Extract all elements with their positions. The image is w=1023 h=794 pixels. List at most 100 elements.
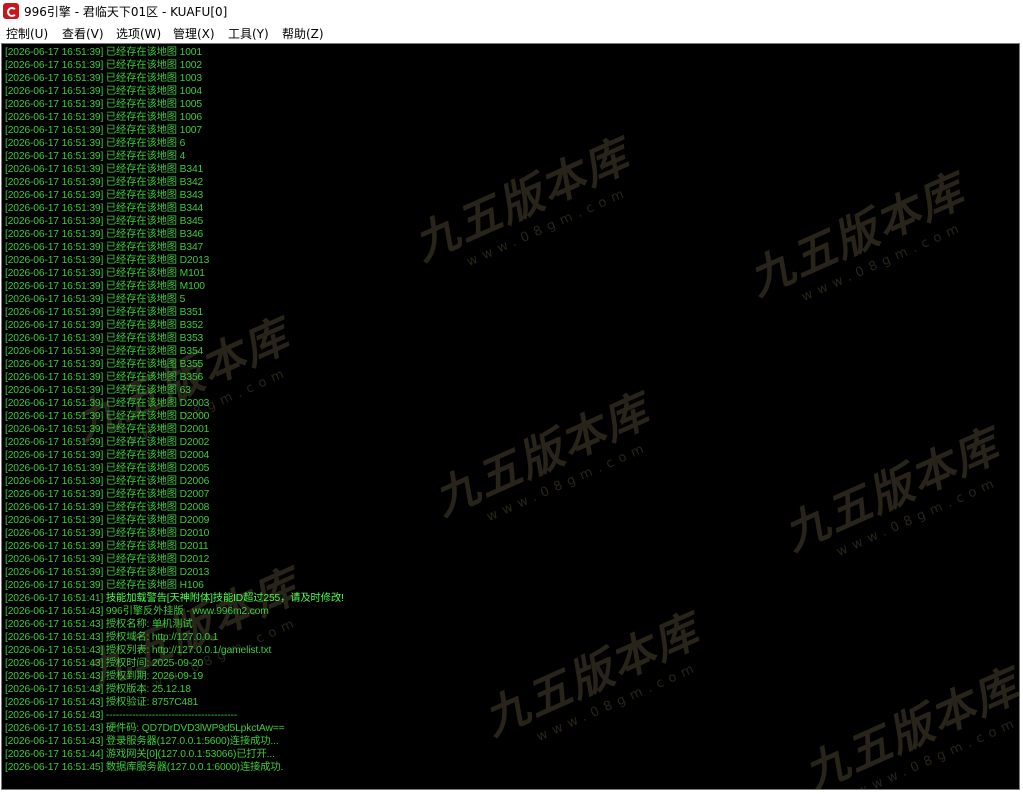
watermark-url: www.08gm.com — [534, 659, 702, 745]
app-logo-icon[interactable] — [3, 3, 19, 19]
log-line: [2026-06-17 16:51:39] 已经存在该地图 D2004 — [5, 449, 209, 462]
menu-control[interactable]: 控制(U) — [6, 25, 48, 42]
watermark-text: 九五版本库 — [406, 130, 638, 271]
log-line: [2026-06-17 16:51:43] 授权域名: http://127.0… — [5, 631, 218, 644]
log-timestamp: [2026-06-17 16:51:39] — [5, 346, 104, 357]
log-message: 已经存在该地图 6 — [105, 138, 186, 149]
log-timestamp: [2026-06-17 16:51:39] — [5, 398, 104, 409]
log-timestamp: [2026-06-17 16:51:39] — [5, 242, 104, 253]
log-message: 已经存在该地图 B354 — [105, 346, 204, 357]
log-timestamp: [2026-06-17 16:51:39] — [5, 216, 104, 227]
log-timestamp: [2026-06-17 16:51:43] — [5, 632, 104, 643]
log-message: 数据库服务器(127.0.0.1:6000)连接成功. — [105, 762, 284, 773]
log-line: [2026-06-17 16:51:39] 已经存在该地图 D2013 — [5, 566, 209, 579]
log-timestamp: [2026-06-17 16:51:39] — [5, 450, 104, 461]
log-message: ---------------------------------------- — [105, 710, 238, 721]
log-timestamp: [2026-06-17 16:51:43] — [5, 671, 104, 682]
log-line: [2026-06-17 16:51:39] 已经存在该地图 1006 — [5, 111, 202, 124]
log-console[interactable]: 九五版本库 www.08gm.com 九五版本库 www.08gm.com 九五… — [1, 43, 1020, 790]
log-line: [2026-06-17 16:51:39] 已经存在该地图 B352 — [5, 319, 203, 332]
log-message: 已经存在该地图 1005 — [105, 99, 202, 110]
log-line: [2026-06-17 16:51:39] 已经存在该地图 D2009 — [5, 514, 209, 527]
log-line: [2026-06-17 16:51:43] ------------------… — [5, 709, 237, 722]
log-line: [2026-06-17 16:51:39] 已经存在该地图 B356 — [5, 371, 203, 384]
watermark: 九五版本库 www.08gm.com — [772, 410, 1014, 576]
log-message: 已经存在该地图 D2008 — [105, 502, 210, 513]
log-timestamp: [2026-06-17 16:51:39] — [5, 99, 104, 110]
log-line: [2026-06-17 16:51:39] 已经存在该地图 B355 — [5, 358, 203, 371]
log-line: [2026-06-17 16:51:39] 已经存在该地图 D2003 — [5, 397, 209, 410]
log-line: [2026-06-17 16:51:39] 已经存在该地图 1005 — [5, 98, 202, 111]
log-timestamp: [2026-06-17 16:51:39] — [5, 528, 104, 539]
log-message: 已经存在该地图 B352 — [105, 320, 204, 331]
watermark-url: www.08gm.com — [484, 439, 652, 525]
log-line: [2026-06-17 16:51:39] 已经存在该地图 D2008 — [5, 501, 209, 514]
log-line: [2026-06-17 16:51:39] 已经存在该地图 H106 — [5, 579, 204, 592]
log-line: [2026-06-17 16:51:39] 已经存在该地图 B345 — [5, 215, 203, 228]
watermark: 九五版本库 www.08gm.com — [472, 595, 714, 761]
menu-manage[interactable]: 管理(X) — [173, 25, 215, 42]
log-message: 授权名称: 单机测试 — [105, 619, 193, 630]
log-timestamp: [2026-06-17 16:51:39] — [5, 307, 104, 318]
log-message: 已经存在该地图 D2004 — [105, 450, 210, 461]
log-timestamp: [2026-06-17 16:51:39] — [5, 190, 104, 201]
menu-help[interactable]: 帮助(Z) — [282, 25, 324, 42]
log-timestamp: [2026-06-17 16:51:43] — [5, 723, 104, 734]
log-timestamp: [2026-06-17 16:51:43] — [5, 606, 104, 617]
log-line: [2026-06-17 16:51:39] 已经存在该地图 D2000 — [5, 410, 209, 423]
menu-options[interactable]: 选项(W) — [116, 25, 161, 42]
log-timestamp: [2026-06-17 16:51:39] — [5, 86, 104, 97]
log-message: 硬件码: QD7DrDVD3lWP9d5LpkctAw== — [105, 723, 285, 734]
log-line: [2026-06-17 16:51:43] 授权验证: 8757C481 — [5, 696, 198, 709]
title-bar: 996引擎 - 君临天下01区 - KUAFU[0] — [0, 0, 1023, 22]
watermark-url: www.08gm.com — [799, 219, 967, 305]
log-line: [2026-06-17 16:51:39] 已经存在该地图 B341 — [5, 163, 203, 176]
log-line: [2026-06-17 16:51:39] 已经存在该地图 4 — [5, 150, 185, 163]
log-message: 已经存在该地图 B356 — [105, 372, 204, 383]
log-message: 已经存在该地图 B355 — [105, 359, 204, 370]
log-line: [2026-06-17 16:51:39] 已经存在该地图 B346 — [5, 228, 203, 241]
log-message: 已经存在该地图 1007 — [105, 125, 202, 136]
log-timestamp: [2026-06-17 16:51:39] — [5, 294, 104, 305]
log-timestamp: [2026-06-17 16:51:39] — [5, 281, 104, 292]
log-timestamp: [2026-06-17 16:51:39] — [5, 463, 104, 474]
log-timestamp: [2026-06-17 16:51:39] — [5, 437, 104, 448]
menu-tools[interactable]: 工具(Y) — [228, 25, 269, 42]
log-line: [2026-06-17 16:51:39] 已经存在该地图 D2005 — [5, 462, 209, 475]
log-message: 已经存在该地图 1002 — [105, 60, 202, 71]
log-timestamp: [2026-06-17 16:51:39] — [5, 502, 104, 513]
log-timestamp: [2026-06-17 16:51:39] — [5, 203, 104, 214]
log-message: 授权时间: 2025-09-20 — [105, 658, 204, 669]
log-message: 已经存在该地图 D2013 — [105, 255, 210, 266]
log-timestamp: [2026-06-17 16:51:39] — [5, 554, 104, 565]
log-timestamp: [2026-06-17 16:51:44] — [5, 749, 104, 760]
log-line: [2026-06-17 16:51:39] 已经存在该地图 D2011 — [5, 540, 209, 553]
log-line: [2026-06-17 16:51:43] 登录服务器(127.0.0.1:56… — [5, 735, 279, 748]
log-line: [2026-06-17 16:51:41] 技能加载警告[天神附体]技能ID超过… — [5, 592, 344, 605]
log-timestamp: [2026-06-17 16:51:39] — [5, 47, 104, 58]
log-message: 已经存在该地图 B346 — [105, 229, 204, 240]
log-message: 已经存在该地图 B345 — [105, 216, 204, 227]
menu-view[interactable]: 查看(V) — [62, 25, 104, 42]
log-message: 已经存在该地图 M101 — [105, 268, 205, 279]
log-message: 996引擎反外挂版 - www.996m2.com — [105, 606, 269, 617]
log-line: [2026-06-17 16:51:39] 已经存在该地图 D2013 — [5, 254, 209, 267]
log-line: [2026-06-17 16:51:39] 已经存在该地图 B342 — [5, 176, 203, 189]
log-line: [2026-06-17 16:51:39] 已经存在该地图 D2010 — [5, 527, 209, 540]
watermark-url: www.08gm.com — [464, 184, 632, 270]
log-line: [2026-06-17 16:51:39] 已经存在该地图 1004 — [5, 85, 202, 98]
log-timestamp: [2026-06-17 16:51:39] — [5, 73, 104, 84]
log-message: 已经存在该地图 D2012 — [105, 554, 210, 565]
log-line: [2026-06-17 16:51:39] 已经存在该地图 63 — [5, 384, 191, 397]
log-timestamp: [2026-06-17 16:51:39] — [5, 385, 104, 396]
log-message: 游戏网关[0](127.0.0.1:53066)已打开... — [105, 749, 275, 760]
log-line: [2026-06-17 16:51:44] 游戏网关[0](127.0.0.1:… — [5, 748, 275, 761]
log-message: 已经存在该地图 1004 — [105, 86, 202, 97]
log-message: 已经存在该地图 4 — [105, 151, 186, 162]
log-timestamp: [2026-06-17 16:51:39] — [5, 177, 104, 188]
log-timestamp: [2026-06-17 16:51:39] — [5, 229, 104, 240]
log-timestamp: [2026-06-17 16:51:39] — [5, 125, 104, 136]
watermark: 九五版本库 www.08gm.com — [737, 155, 979, 321]
log-timestamp: [2026-06-17 16:51:41] — [5, 593, 104, 604]
log-timestamp: [2026-06-17 16:51:45] — [5, 762, 104, 773]
